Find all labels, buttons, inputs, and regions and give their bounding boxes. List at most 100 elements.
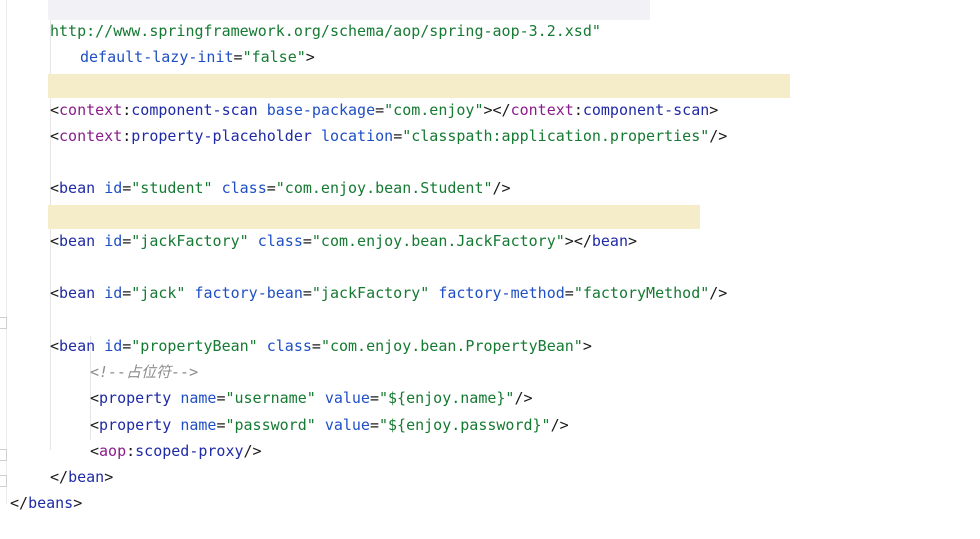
equals: = — [122, 179, 132, 197]
tag-name: bean — [59, 179, 96, 197]
tag-close: > — [104, 468, 114, 486]
equals: = — [311, 337, 321, 355]
tag-name: bean — [59, 284, 96, 302]
attribute-value: "jackFactory" — [131, 232, 249, 250]
attribute-name: location — [320, 127, 394, 145]
attribute-value: "${enjoy.name}" — [379, 389, 515, 407]
code-line-bean-student: <bean id="student" class="com.enjoy.bean… — [0, 152, 511, 197]
tag-open: < — [50, 179, 60, 197]
code-line-beans-close: </beans> — [0, 467, 82, 512]
colon: : — [126, 442, 136, 460]
end-tag-open: </ — [492, 101, 511, 119]
equals: = — [122, 284, 132, 302]
code-line-bean-close: </bean> — [0, 441, 113, 486]
tag-name: property — [99, 416, 172, 434]
tag-end: /> — [243, 442, 262, 460]
line-highlight-component-scan — [48, 74, 790, 98]
attribute-name: factory-bean — [194, 284, 303, 302]
tag-close: > — [564, 232, 574, 250]
attribute-value: "jack" — [131, 284, 186, 302]
attribute-name: class — [257, 232, 303, 250]
code-line-1: http://www.springframework.org/schema/ao… — [0, 0, 601, 40]
code-line-scoped-proxy: <aop:scoped-proxy/> — [0, 415, 262, 460]
equals: = — [369, 416, 379, 434]
code-editor[interactable]: http://www.springframework.org/schema/ao… — [0, 0, 980, 512]
colon: : — [573, 101, 583, 119]
namespace: context — [59, 101, 123, 119]
tag-name: bean — [591, 232, 628, 250]
xml-comment: <!--占位符--> — [90, 363, 199, 381]
attribute-name: id — [104, 232, 123, 250]
tag-open: < — [90, 416, 100, 434]
code-line-property-username: <property name="username" value="${enjoy… — [0, 362, 533, 407]
attribute-name: id — [104, 284, 123, 302]
tag-end: /> — [492, 179, 511, 197]
code-line-comment: <!--占位符--> — [0, 336, 198, 381]
tag-end: /> — [709, 284, 728, 302]
attribute-value: "password" — [225, 416, 316, 434]
code-line-property-password: <property name="password" value="${enjoy… — [0, 389, 569, 434]
equals: = — [375, 101, 385, 119]
attribute-name: value — [324, 416, 370, 434]
tag-end: /> — [709, 127, 728, 145]
tag-name: component-scan — [131, 101, 258, 119]
attribute-name: class — [266, 337, 312, 355]
tag-name: component-scan — [582, 101, 710, 119]
attribute-value: "com.enjoy.bean.PropertyBean" — [320, 337, 583, 355]
tag-close: > — [73, 494, 83, 512]
attribute-value: "com.enjoy.bean.Student" — [275, 179, 493, 197]
attribute-value: "jackFactory" — [311, 284, 430, 302]
equals: = — [393, 127, 403, 145]
tag-close: > — [483, 101, 493, 119]
tag-end: /> — [550, 416, 569, 434]
equals: = — [122, 337, 132, 355]
tag-open: < — [90, 442, 100, 460]
tag-open: < — [50, 127, 60, 145]
code-line-bean-propertybean: <bean id="propertyBean" class="com.enjoy… — [0, 310, 592, 355]
colon: : — [122, 101, 132, 119]
tag-close: > — [709, 101, 719, 119]
tag-open: < — [50, 284, 60, 302]
attribute-value: "com.enjoy" — [384, 101, 484, 119]
tag-name: beans — [28, 494, 74, 512]
attribute-name: default-lazy-init — [80, 48, 234, 66]
tag-name: bean — [68, 468, 105, 486]
attribute-value: "false" — [242, 48, 306, 66]
tag-name: property — [99, 389, 172, 407]
namespace: aop — [99, 442, 127, 460]
tag-open: < — [90, 389, 100, 407]
equals: = — [266, 179, 276, 197]
attribute-name: class — [221, 179, 267, 197]
namespace: context — [510, 101, 574, 119]
equals: = — [233, 48, 243, 66]
attribute-name: factory-method — [438, 284, 565, 302]
attribute-value: "classpath:application.properties" — [402, 127, 710, 145]
code-line-property-placeholder: <context:property-placeholder location="… — [0, 100, 727, 145]
attribute-value: "student" — [131, 179, 213, 197]
end-tag-open: </ — [10, 494, 29, 512]
attribute-value: "com.enjoy.bean.JackFactory" — [311, 232, 565, 250]
tag-close: > — [582, 337, 592, 355]
attribute-value: "factoryMethod" — [573, 284, 710, 302]
attribute-name: name — [180, 416, 217, 434]
attribute-value: "${enjoy.password}" — [379, 416, 551, 434]
colon: : — [122, 127, 132, 145]
code-line-2: default-lazy-init="false"> — [0, 21, 315, 66]
line-highlight-jackfactory — [48, 205, 700, 229]
namespace: context — [59, 127, 123, 145]
attribute-value: "username" — [225, 389, 316, 407]
attribute-name: name — [180, 389, 217, 407]
equals: = — [302, 284, 312, 302]
tag-name: bean — [59, 337, 96, 355]
tag-name: property-placeholder — [131, 127, 312, 145]
code-line-bean-jackfactory: <bean id="jackFactory" class="com.enjoy.… — [0, 205, 637, 250]
attribute-name: base-package — [266, 101, 376, 119]
line-highlight-url — [48, 0, 650, 20]
code-line-component-scan: <context:component-scan base-package="co… — [0, 74, 718, 119]
schema-url: http://www.springframework.org/schema/ao… — [50, 22, 601, 40]
tag-close: > — [628, 232, 638, 250]
equals: = — [564, 284, 574, 302]
tag-open: < — [50, 232, 60, 250]
end-tag-open: </ — [573, 232, 592, 250]
equals: = — [122, 232, 132, 250]
